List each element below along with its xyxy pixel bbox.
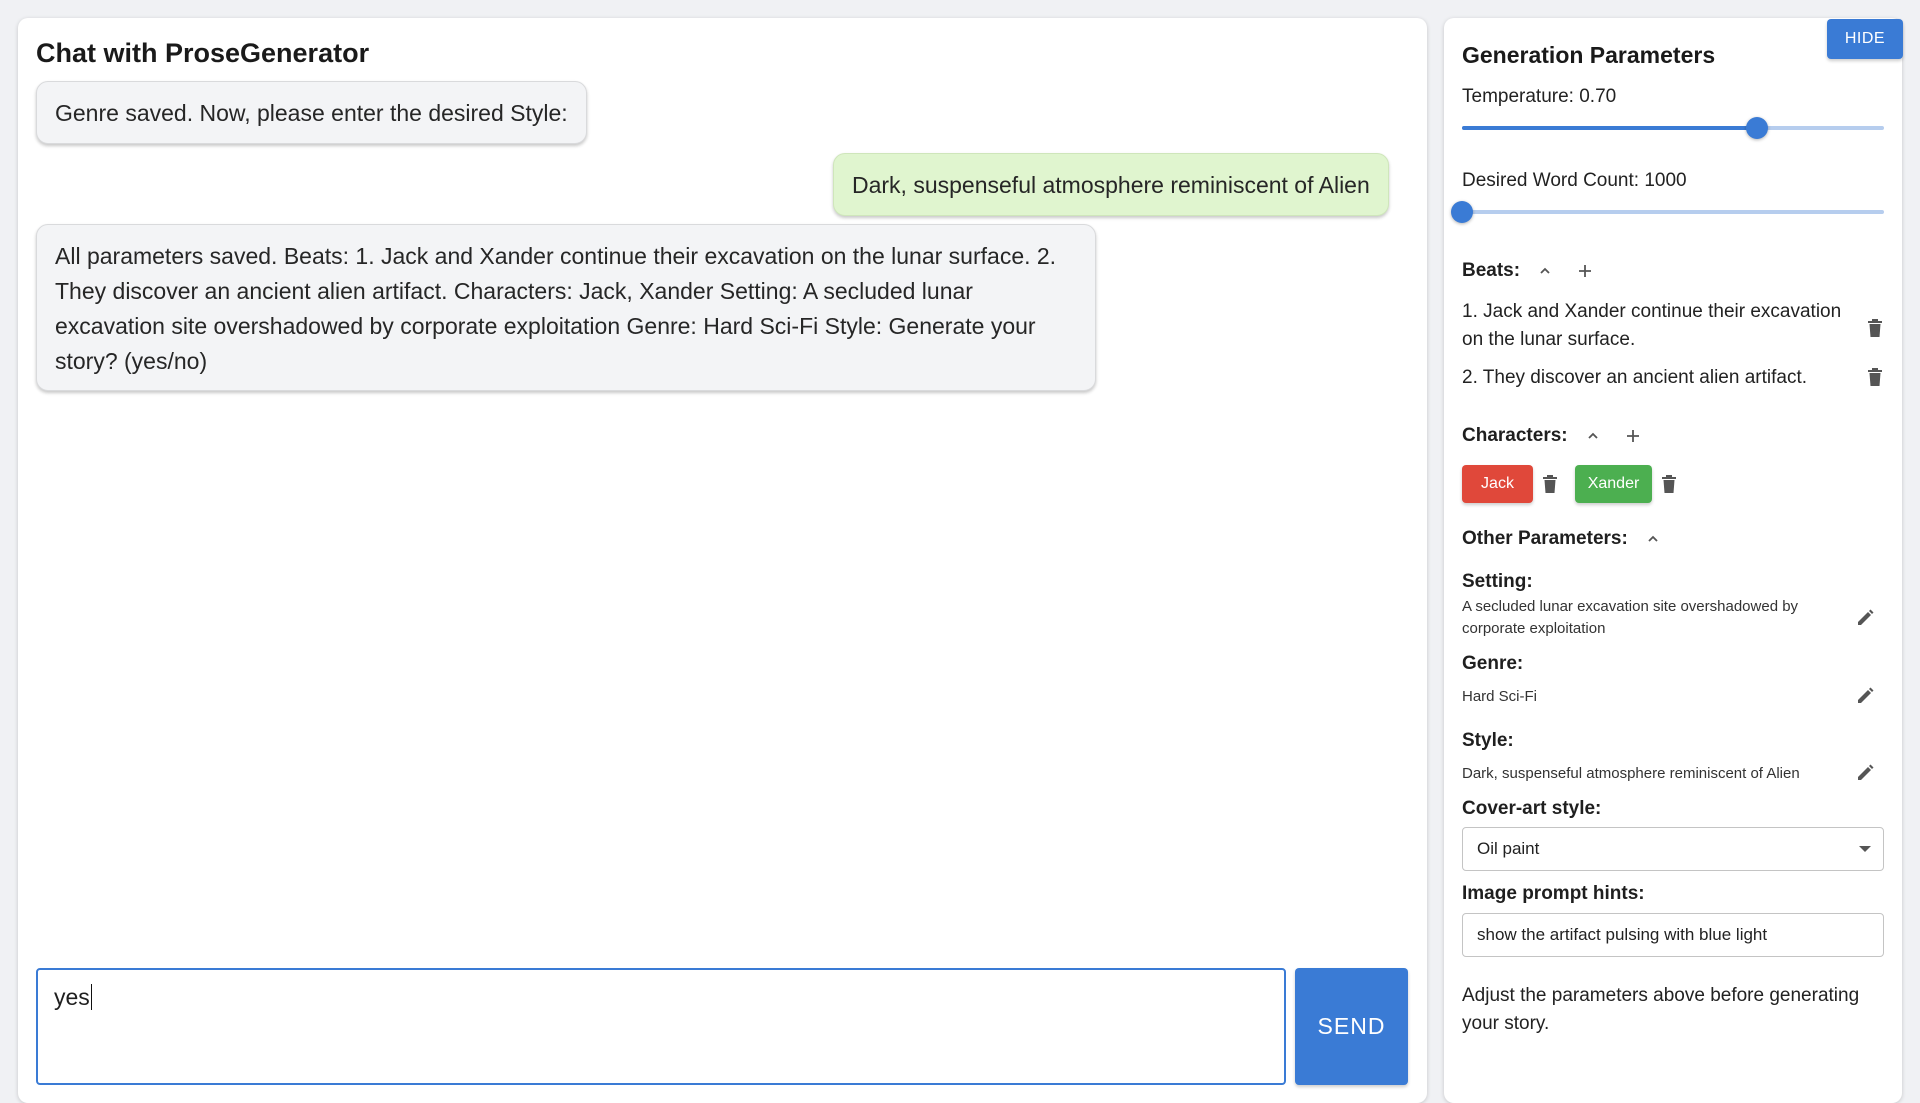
style-value: Dark, suspenseful atmosphere reminiscent… bbox=[1462, 765, 1800, 782]
chat-panel: Chat with ProseGenerator Genre saved. No… bbox=[18, 18, 1427, 1103]
temperature-slider-thumb[interactable] bbox=[1746, 117, 1769, 139]
temperature-label: Temperature: 0.70 bbox=[1462, 86, 1617, 107]
beats-section-header: Beats: bbox=[1462, 260, 1596, 282]
characters-section-header: Characters: bbox=[1462, 425, 1644, 447]
chevron-up-icon[interactable] bbox=[1534, 260, 1556, 282]
pencil-icon[interactable] bbox=[1855, 763, 1875, 783]
trash-icon[interactable] bbox=[1867, 367, 1883, 387]
style-label: Style: bbox=[1462, 730, 1514, 751]
send-button[interactable]: SEND bbox=[1295, 968, 1408, 1085]
pencil-icon[interactable] bbox=[1855, 608, 1875, 628]
parameters-title: Generation Parameters bbox=[1462, 42, 1716, 68]
characters-label: Characters: bbox=[1462, 425, 1568, 446]
beat-item: 2. They discover an ancient alien artifa… bbox=[1462, 367, 1808, 388]
cover-art-style-value: Oil paint bbox=[1477, 839, 1540, 858]
cover-art-style-label: Cover-art style: bbox=[1462, 798, 1602, 819]
trash-icon[interactable] bbox=[1542, 474, 1558, 494]
genre-value: Hard Sci-Fi bbox=[1462, 688, 1538, 705]
chat-message-bot: All parameters saved. Beats: 1. Jack and… bbox=[36, 224, 1096, 391]
parameters-panel: HIDE Generation Parameters Temperature: … bbox=[1444, 18, 1903, 1103]
dropdown-arrow-icon bbox=[1859, 846, 1871, 852]
other-parameters-header: Other Parameters: bbox=[1462, 528, 1664, 550]
chat-message-input[interactable]: yes bbox=[36, 968, 1286, 1085]
other-parameters-label: Other Parameters: bbox=[1462, 528, 1628, 549]
image-prompt-hints-input[interactable]: show the artifact pulsing with blue ligh… bbox=[1462, 913, 1884, 957]
chevron-up-icon[interactable] bbox=[1582, 425, 1604, 447]
chat-input-value: yes bbox=[54, 984, 90, 1010]
chat-message-user: Dark, suspenseful atmosphere reminiscent… bbox=[833, 153, 1389, 216]
temperature-slider[interactable] bbox=[1462, 117, 1884, 139]
plus-icon[interactable] bbox=[1574, 260, 1596, 282]
trash-icon[interactable] bbox=[1867, 318, 1883, 338]
hide-button[interactable]: HIDE bbox=[1827, 19, 1903, 59]
cover-art-style-select[interactable]: Oil paint bbox=[1462, 827, 1884, 871]
chat-title: Chat with ProseGenerator bbox=[36, 38, 370, 68]
word-count-slider-thumb[interactable] bbox=[1451, 201, 1473, 223]
trash-icon[interactable] bbox=[1661, 474, 1677, 494]
text-caret bbox=[90, 984, 92, 1010]
image-prompt-hints-value: show the artifact pulsing with blue ligh… bbox=[1477, 925, 1768, 944]
temperature-slider-fill bbox=[1462, 126, 1758, 130]
parameters-footer-note: Adjust the parameters above before gener… bbox=[1462, 985, 1860, 1034]
beats-label: Beats: bbox=[1462, 260, 1521, 281]
setting-value: A secluded lunar excavation site oversha… bbox=[1462, 598, 1799, 637]
chevron-up-icon[interactable] bbox=[1642, 528, 1664, 550]
pencil-icon[interactable] bbox=[1855, 686, 1875, 706]
chat-message-bot: Genre saved. Now, please enter the desir… bbox=[36, 81, 587, 144]
character-chip-jack[interactable]: Jack bbox=[1462, 465, 1533, 503]
plus-icon[interactable] bbox=[1622, 425, 1644, 447]
beat-item: 1. Jack and Xander continue their excava… bbox=[1462, 301, 1842, 350]
word-count-slider[interactable] bbox=[1451, 201, 1884, 223]
word-count-label: Desired Word Count: 1000 bbox=[1462, 170, 1687, 191]
genre-label: Genre: bbox=[1462, 653, 1524, 674]
setting-label: Setting: bbox=[1462, 571, 1533, 592]
image-prompt-hints-label: Image prompt hints: bbox=[1462, 883, 1645, 904]
character-chip-xander[interactable]: Xander bbox=[1575, 465, 1652, 503]
